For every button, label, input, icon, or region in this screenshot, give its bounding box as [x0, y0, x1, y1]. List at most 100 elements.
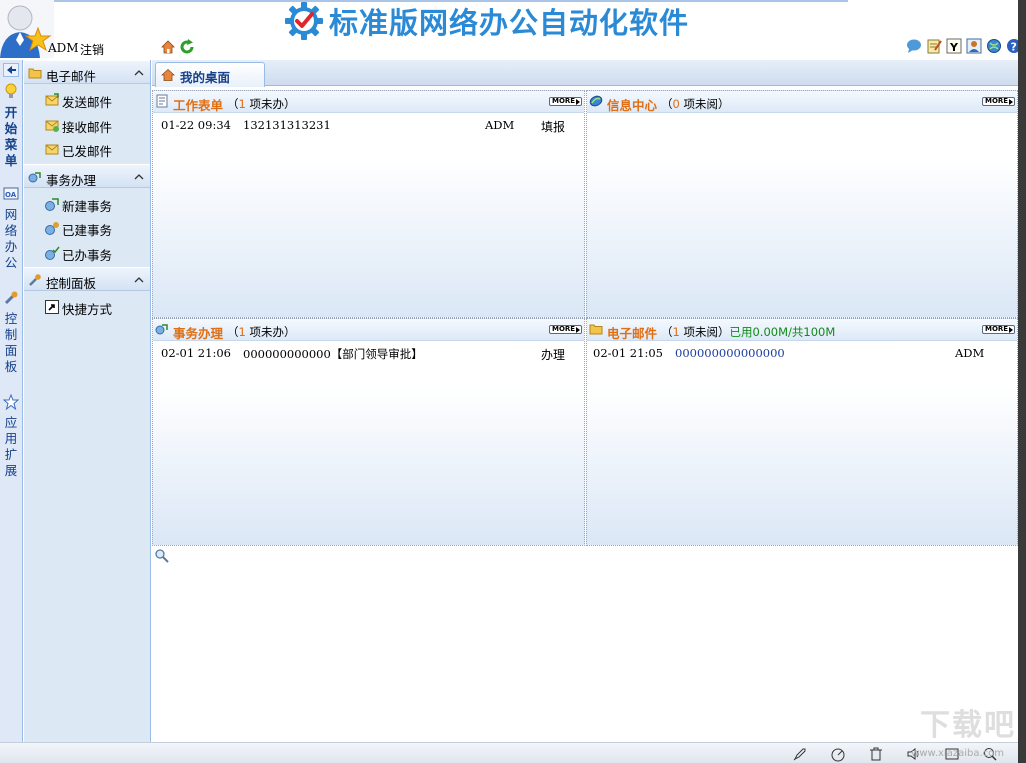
- menu-item-handled-affairs[interactable]: 已办事务: [24, 241, 150, 266]
- magnifier-icon[interactable]: [154, 548, 170, 564]
- status-bar: [0, 742, 1018, 763]
- menu-item-receive-mail[interactable]: 接收邮件: [24, 113, 150, 138]
- portlet-title: 信息中心: [607, 95, 657, 114]
- chevron-up-icon[interactable]: [134, 67, 144, 77]
- app-title: 标准版网络办公自动化软件: [285, 2, 689, 40]
- more-button[interactable]: MORE: [982, 325, 1015, 334]
- row-user: ADM: [485, 118, 514, 132]
- row-subject[interactable]: 000000000000【部门领导审批】: [243, 346, 423, 362]
- info-globe-icon: [589, 94, 603, 108]
- bulb-icon: [3, 82, 19, 100]
- vtab-label: 网络办公: [4, 207, 18, 271]
- user-avatar: [0, 0, 54, 58]
- trash-icon[interactable]: [868, 746, 884, 762]
- menu-item-created-affairs[interactable]: 已建事务: [24, 216, 150, 241]
- menu-item-new-affair[interactable]: 新建事务: [24, 192, 150, 217]
- folder-icon: [589, 322, 603, 336]
- table-row[interactable]: 01-22 09:34 132131313231 ADM 填报: [155, 114, 573, 136]
- menu-item-send-mail[interactable]: 发送邮件: [24, 88, 150, 113]
- more-button[interactable]: MORE: [549, 97, 582, 106]
- menu-panel: 电子邮件 发送邮件 接收邮件 已发邮件 事务办理 新建事务 已建事务: [24, 60, 151, 742]
- speed-icon[interactable]: [830, 746, 846, 762]
- mailbox-usage: 已用0.00M/共100M: [729, 325, 835, 339]
- row-action-fill[interactable]: 填报: [541, 118, 565, 135]
- chevron-up-icon[interactable]: [134, 274, 144, 284]
- main-area: 我的桌面 工作表单 （1 项未办） MORE 01-22 09:34 13213…: [152, 60, 1018, 742]
- tab-label: 我的桌面: [180, 67, 230, 86]
- tab-strip: 我的桌面: [152, 60, 1018, 86]
- row-subject-link[interactable]: 000000000000000: [675, 346, 785, 360]
- portlet-count: （0 项未阅）: [661, 96, 729, 112]
- affairs-icon: [28, 170, 42, 184]
- vtab-label: 控制面板: [4, 311, 18, 375]
- portlet-title: 电子邮件: [607, 323, 657, 342]
- portlet-count: （1 项未办）: [227, 96, 295, 112]
- wrench-icon: [3, 290, 19, 306]
- shortcut-icon: [44, 299, 60, 315]
- globe-icon[interactable]: [986, 38, 1002, 54]
- row-time: 02-01 21:06: [161, 346, 231, 360]
- more-button[interactable]: MORE: [982, 97, 1015, 106]
- menu-group-affairs[interactable]: 事务办理: [24, 164, 150, 188]
- svg-text:?: ?: [1011, 41, 1017, 54]
- star-icon: [3, 394, 19, 410]
- vtab-network-office[interactable]: OA 网络办公: [0, 186, 22, 271]
- chevron-up-icon[interactable]: [134, 171, 144, 181]
- table-row[interactable]: 02-01 21:05 000000000000000 ADM: [589, 342, 1013, 364]
- menu-group-label: 控制面板: [46, 273, 96, 292]
- svg-text:OA: OA: [5, 191, 17, 199]
- vtab-control-panel[interactable]: 控制面板: [0, 290, 22, 375]
- window-edge: [1018, 0, 1026, 763]
- menu-group-email[interactable]: 电子邮件: [24, 60, 150, 84]
- header-toolbar: Y ?: [906, 38, 1022, 54]
- message-icon[interactable]: [906, 38, 922, 54]
- refresh-icon[interactable]: [179, 39, 195, 55]
- portlet-title: 工作表单: [173, 95, 223, 114]
- portlet-title: 事务办理: [173, 323, 223, 342]
- row-time: 01-22 09:34: [161, 118, 231, 132]
- yahoo-icon[interactable]: Y: [946, 38, 962, 54]
- portlet-count: （1 项未办）: [227, 324, 295, 340]
- menu-group-control-panel[interactable]: 控制面板: [24, 267, 150, 291]
- row-number[interactable]: 132131313231: [243, 118, 331, 132]
- vertical-tab-bar: 开始菜单 OA 网络办公 控制面板 应用扩展: [0, 60, 23, 742]
- more-button[interactable]: MORE: [549, 325, 582, 334]
- portlet-header: 工作表单 （1 项未办） MORE: [153, 91, 584, 113]
- notepad-icon[interactable]: [926, 38, 942, 54]
- tab-my-desktop[interactable]: 我的桌面: [155, 62, 265, 87]
- row-action-handle[interactable]: 办理: [541, 346, 565, 363]
- menu-item-label: 已建事务: [62, 220, 112, 239]
- menu-item-sent-mail[interactable]: 已发邮件: [24, 137, 150, 162]
- collapse-arrow-icon[interactable]: [3, 63, 19, 77]
- menu-item-shortcuts[interactable]: 快捷方式: [24, 295, 150, 320]
- rocket-icon[interactable]: [792, 746, 808, 762]
- receive-mail-icon: [44, 117, 60, 133]
- document-icon: [155, 94, 169, 108]
- menu-item-label: 接收邮件: [62, 117, 112, 136]
- affairs-icon: [155, 322, 169, 336]
- home-icon[interactable]: [160, 39, 176, 55]
- wrench-icon: [28, 273, 42, 287]
- table-row[interactable]: 02-01 21:06 000000000000【部门领导审批】 办理: [155, 342, 580, 364]
- watermark-url: www.xiazaiba.com: [911, 748, 1004, 759]
- portlet-header: 电子邮件 （1 项未阅）已用0.00M/共100M MORE: [587, 319, 1017, 341]
- vtab-label: 应用扩展: [4, 415, 18, 479]
- menu-group-label: 事务办理: [46, 170, 96, 189]
- svg-text:Y: Y: [949, 41, 959, 54]
- handled-affairs-icon: [44, 245, 60, 261]
- portlet-email: 电子邮件 （1 项未阅）已用0.00M/共100M MORE 02-01 21:…: [586, 318, 1018, 546]
- portlet-count: （1 项未阅）已用0.00M/共100M: [661, 324, 835, 340]
- sent-mail-icon: [44, 141, 60, 157]
- logout-link[interactable]: 注销: [80, 41, 104, 58]
- user-name: ADM: [48, 41, 79, 55]
- vtab-app-extensions[interactable]: 应用扩展: [0, 394, 22, 479]
- contact-icon[interactable]: [966, 38, 982, 54]
- new-affair-icon: [44, 196, 60, 212]
- menu-item-label: 新建事务: [62, 196, 112, 215]
- menu-item-label: 已发邮件: [62, 141, 112, 160]
- send-mail-icon: [44, 92, 60, 108]
- menu-item-label: 快捷方式: [62, 299, 112, 318]
- oa-icon: OA: [3, 186, 19, 202]
- vtab-start-menu[interactable]: 开始菜单: [0, 82, 22, 169]
- app-title-text: 标准版网络办公自动化软件: [329, 0, 689, 42]
